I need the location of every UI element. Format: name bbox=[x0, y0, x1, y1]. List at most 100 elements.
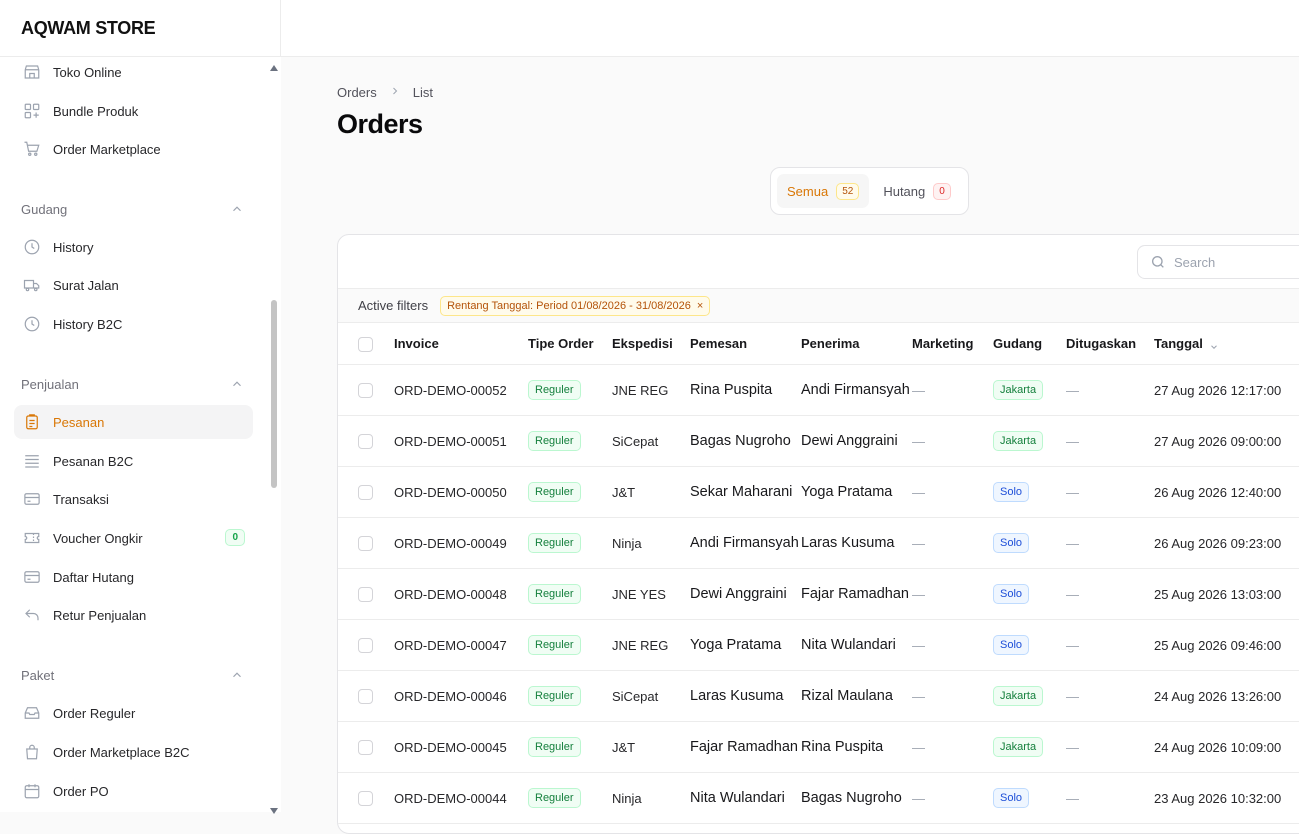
assignee-cell: — bbox=[1066, 721, 1154, 773]
date-cell: 26 Aug 2026 09:23:00 bbox=[1154, 517, 1299, 569]
scroll-down-arrow-icon[interactable] bbox=[269, 802, 279, 814]
search-input[interactable]: Search bbox=[1137, 245, 1299, 279]
clock-icon bbox=[22, 237, 42, 257]
courier-cell: Ninja bbox=[612, 517, 690, 569]
group-label-penjualan: Penjualan bbox=[21, 377, 79, 392]
sidebar-item-daftar-hutang[interactable]: Daftar Hutang bbox=[14, 560, 253, 594]
invoice-cell[interactable]: ORD-DEMO-00049 bbox=[394, 517, 528, 569]
sidebar-item-bundle-produk[interactable]: Bundle Produk bbox=[14, 94, 253, 128]
column-header[interactable]: Ditugaskan bbox=[1066, 322, 1154, 365]
table-row[interactable]: ORD-DEMO-00045 Reguler J&T Fajar Ramadhan Ri… bbox=[338, 721, 1299, 773]
date-cell: 25 Aug 2026 13:03:00 bbox=[1154, 568, 1299, 620]
table-row[interactable]: ORD-DEMO-00048 Reguler JNE YES Dewi Anggrai… bbox=[338, 568, 1299, 620]
column-header[interactable]: Penerima bbox=[801, 322, 912, 365]
sidebar-item-transaksi[interactable]: Transaksi bbox=[14, 482, 253, 516]
sidebar-item-surat-jalan[interactable]: Surat Jalan bbox=[14, 268, 253, 302]
scroll-up-arrow-icon[interactable] bbox=[269, 59, 279, 71]
recipient-cell: Rina Puspita bbox=[801, 721, 912, 773]
sidebar-item-label: Order PO bbox=[53, 783, 109, 799]
table-row[interactable]: ORD-DEMO-00052 Reguler JNE REG Rina Puspita… bbox=[338, 364, 1299, 416]
order-type-badge: Reguler bbox=[528, 788, 581, 808]
invoice-cell[interactable]: ORD-DEMO-00051 bbox=[394, 415, 528, 467]
page-title: Orders bbox=[337, 109, 423, 139]
sidebar-scrollbar[interactable] bbox=[267, 57, 281, 814]
row-checkbox[interactable] bbox=[358, 383, 373, 399]
chevron-up-icon[interactable] bbox=[230, 668, 244, 682]
sidebar-item-toko-online[interactable]: Toko Online bbox=[14, 57, 253, 89]
column-header[interactable]: Pemesan bbox=[690, 322, 801, 365]
sidebar-item-order-marketplace-b2c[interactable]: Order Marketplace B2C bbox=[14, 735, 253, 769]
table-row[interactable]: ORD-DEMO-00049 Reguler Ninja Andi Firmansya… bbox=[338, 517, 1299, 569]
row-checkbox[interactable] bbox=[358, 536, 373, 552]
select-all-checkbox[interactable] bbox=[358, 336, 373, 352]
table-row[interactable]: ORD-DEMO-00047 Reguler JNE REG Yoga Pratama… bbox=[338, 619, 1299, 671]
customer-cell: Dewi Anggraini bbox=[690, 568, 801, 620]
row-checkbox[interactable] bbox=[358, 791, 373, 807]
date-cell: 26 Aug 2026 12:40:00 bbox=[1154, 466, 1299, 518]
row-checkbox[interactable] bbox=[358, 485, 373, 501]
sidebar-item-voucher-ongkir[interactable]: Voucher Ongkir 0 bbox=[14, 521, 253, 555]
chevron-down-icon[interactable] bbox=[1209, 340, 1219, 350]
row-checkbox[interactable] bbox=[358, 587, 373, 603]
table-row[interactable]: ORD-DEMO-00044 Reguler Ninja Nita Wulandari… bbox=[338, 772, 1299, 824]
column-header[interactable]: Marketing bbox=[912, 322, 993, 365]
assignee-cell: — bbox=[1066, 619, 1154, 671]
column-header-tanggal[interactable]: Tanggal bbox=[1154, 322, 1299, 365]
invoice-cell[interactable]: ORD-DEMO-00050 bbox=[394, 466, 528, 518]
row-checkbox[interactable] bbox=[358, 689, 373, 705]
group-label-paket: Paket bbox=[21, 668, 55, 683]
sidebar-item-retur-penjualan[interactable]: Retur Penjualan bbox=[14, 598, 253, 632]
filter-chip[interactable]: Rentang Tanggal: Period 01/08/2026 - 31/… bbox=[440, 295, 711, 316]
sidebar-item-pesanan-b2c[interactable]: Pesanan B2C bbox=[14, 444, 253, 478]
invoice-cell[interactable]: ORD-DEMO-00044 bbox=[394, 772, 528, 824]
table-row[interactable]: ORD-DEMO-00051 Reguler SiCepat Bagas Nugroh… bbox=[338, 415, 1299, 467]
row-checkbox[interactable] bbox=[358, 740, 373, 756]
row-checkbox[interactable] bbox=[358, 638, 373, 654]
tab-semua[interactable]: Semua 52 bbox=[777, 174, 870, 208]
warehouse-badge: Solo bbox=[993, 635, 1030, 655]
table-row[interactable]: ORD-DEMO-00046 Reguler SiCepat Laras Kusuma… bbox=[338, 670, 1299, 722]
sidebar-item-pesanan[interactable]: Pesanan bbox=[14, 405, 253, 439]
courier-cell: J&T bbox=[612, 721, 690, 773]
column-header[interactable]: Invoice bbox=[394, 322, 528, 365]
chevron-up-icon[interactable] bbox=[230, 202, 244, 216]
sidebar-item-history[interactable]: History bbox=[14, 230, 253, 264]
breadcrumb: Orders List bbox=[337, 85, 433, 100]
row-checkbox[interactable] bbox=[358, 434, 373, 450]
sidebar-item-order-marketplace[interactable]: Order Marketplace bbox=[14, 132, 253, 166]
chevron-up-icon[interactable] bbox=[230, 377, 244, 391]
column-header[interactable]: Ekspedisi bbox=[612, 322, 690, 365]
recipient-cell: Nita Wulandari bbox=[801, 619, 912, 671]
recipient-cell: Bagas Nugroho bbox=[801, 772, 912, 824]
tab-hutang[interactable]: Hutang 0 bbox=[873, 174, 960, 208]
marketing-cell: — bbox=[912, 721, 993, 773]
sidebar-item-order-po[interactable]: Order PO bbox=[14, 774, 253, 808]
recipient-cell: Laras Kusuma bbox=[801, 517, 912, 569]
warehouse-badge: Jakarta bbox=[993, 737, 1044, 757]
sidebar-item-label: Retur Penjualan bbox=[53, 607, 147, 623]
invoice-cell[interactable]: ORD-DEMO-00052 bbox=[394, 364, 528, 416]
sidebar-item-order-reguler[interactable]: Order Reguler bbox=[14, 696, 253, 730]
table-row[interactable]: ORD-DEMO-00050 Reguler J&T Sekar Maharani Yo… bbox=[338, 466, 1299, 518]
warehouse-badge: Jakarta bbox=[993, 380, 1044, 400]
column-header[interactable]: Tipe Order bbox=[528, 322, 612, 365]
breadcrumb-orders-link[interactable]: Orders bbox=[337, 85, 377, 100]
recipient-cell: Rizal Maulana bbox=[801, 670, 912, 722]
assignee-cell: — bbox=[1066, 517, 1154, 569]
sidebar-item-label: Order Marketplace B2C bbox=[53, 744, 190, 760]
invoice-cell[interactable]: ORD-DEMO-00048 bbox=[394, 568, 528, 620]
invoice-cell[interactable]: ORD-DEMO-00046 bbox=[394, 670, 528, 722]
sidebar-item-history-b2c[interactable]: History B2C bbox=[14, 307, 253, 341]
count-badge: 0 bbox=[225, 529, 245, 546]
customer-cell: Andi Firmansyah bbox=[690, 517, 801, 569]
assignee-cell: — bbox=[1066, 670, 1154, 722]
column-header-label: Tanggal bbox=[1154, 336, 1203, 351]
column-header[interactable]: Gudang bbox=[993, 322, 1066, 365]
recipient-cell: Andi Firmansyah bbox=[801, 364, 912, 416]
invoice-cell[interactable]: ORD-DEMO-00047 bbox=[394, 619, 528, 671]
calendar-icon bbox=[22, 781, 42, 801]
order-type-badge: Reguler bbox=[528, 584, 581, 604]
invoice-cell[interactable]: ORD-DEMO-00045 bbox=[394, 721, 528, 773]
scrollbar-thumb[interactable] bbox=[271, 300, 277, 488]
close-icon[interactable]: × bbox=[697, 300, 703, 312]
